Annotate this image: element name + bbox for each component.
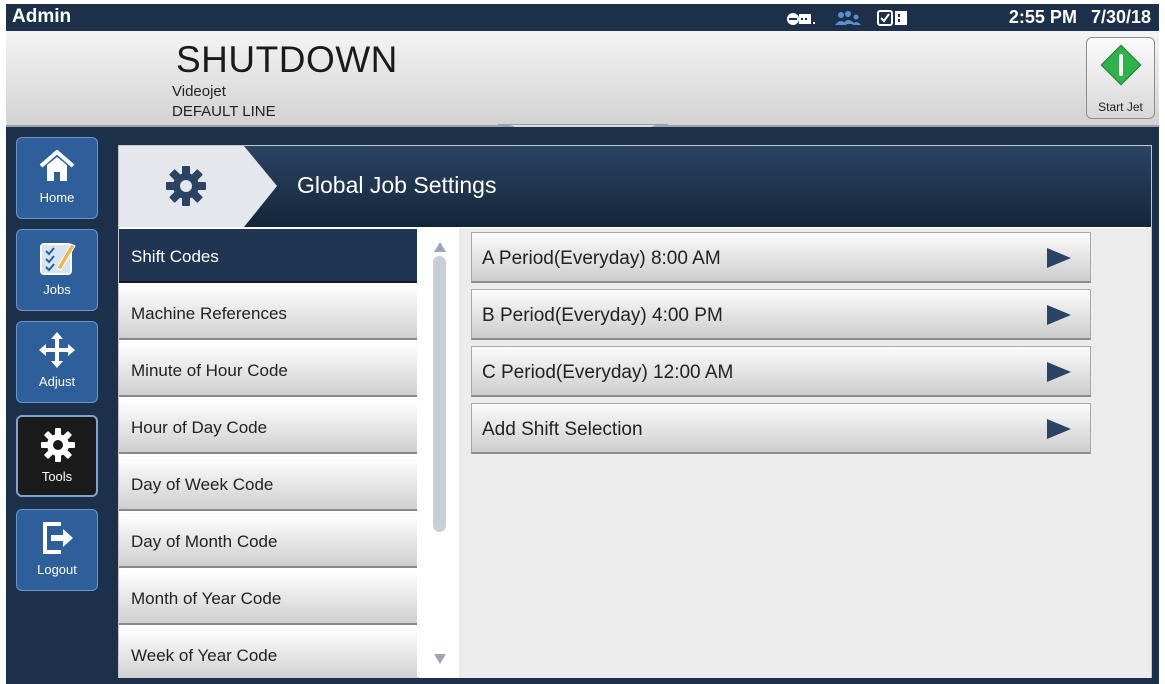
printer-header: SHUTDOWN Videojet DEFAULT LINE Start Jet [6, 31, 1159, 127]
category-day-of-month-code[interactable]: Day of Month Code [119, 513, 417, 568]
start-jet-label: Start Jet [1098, 100, 1143, 114]
shift-row-b[interactable]: B Period(Everyday) 4:00 PM [471, 289, 1091, 340]
left-nav: Home Jobs Adjust Tools Logout [6, 127, 108, 684]
shift-row-a[interactable]: A Period(Everyday) 8:00 AM [471, 232, 1091, 283]
shift-label: A Period(Everyday) 8:00 AM [482, 248, 721, 269]
play-arrow-icon [1047, 248, 1071, 268]
play-arrow-icon [1047, 419, 1071, 439]
shift-row-c[interactable]: C Period(Everyday) 12:00 AM [471, 346, 1091, 397]
user-name: Admin [12, 6, 72, 27]
nav-adjust-label: Adjust [38, 374, 76, 389]
adjust-icon [39, 332, 75, 368]
settings-panel: Global Job Settings Shift Codes Machine … [118, 145, 1152, 678]
nav-jobs-label: Jobs [43, 282, 71, 297]
start-jet-icon [1100, 44, 1142, 86]
tools-icon [41, 428, 75, 462]
ink-system-icon [787, 13, 815, 25]
category-month-of-year-code[interactable]: Month of Year Code [119, 570, 417, 625]
nav-tools-button[interactable]: Tools [16, 415, 98, 497]
status-bar: Admin 2:55 PM 7/30/18 [6, 4, 1159, 31]
add-shift-label: Add Shift Selection [482, 419, 643, 440]
category-shift-codes[interactable]: Shift Codes [119, 228, 417, 283]
printer-state: SHUTDOWN [176, 39, 398, 80]
clock: 2:55 PM 7/30/18 [1009, 7, 1151, 28]
start-jet-button[interactable]: Start Jet [1086, 37, 1155, 119]
scroll-thumb[interactable] [433, 256, 446, 532]
shift-list-area: A Period(Everyday) 8:00 AM B Period(Ever… [459, 228, 1151, 678]
nav-home-label: Home [39, 190, 75, 205]
nav-logout-label: Logout [37, 562, 77, 577]
category-hour-of-day-code[interactable]: Hour of Day Code [119, 399, 417, 454]
shift-label: C Period(Everyday) 12:00 AM [482, 362, 734, 383]
shift-label: B Period(Everyday) 4:00 PM [482, 305, 723, 326]
page-title: Global Job Settings [297, 172, 497, 198]
category-scrollbar[interactable] [419, 228, 459, 678]
category-minute-of-hour-code[interactable]: Minute of Hour Code [119, 342, 417, 397]
status-icons [787, 10, 907, 26]
users-icon [835, 11, 861, 25]
jobs-icon [40, 243, 76, 275]
category-week-of-year-code[interactable]: Week of Year Code [119, 627, 417, 678]
home-icon [39, 150, 75, 181]
nav-adjust-button[interactable]: Adjust [16, 321, 98, 403]
page-title-bar: Global Job Settings [119, 146, 1151, 227]
add-shift-selection-button[interactable]: Add Shift Selection [471, 403, 1091, 454]
category-machine-references[interactable]: Machine References [119, 285, 417, 340]
module-status-icon [877, 10, 907, 26]
logout-icon [43, 522, 73, 554]
category-day-of-week-code[interactable]: Day of Week Code [119, 456, 417, 511]
scroll-up-icon[interactable] [434, 242, 446, 252]
play-arrow-icon [1047, 362, 1071, 382]
category-list: Shift Codes Machine References Minute of… [119, 228, 417, 678]
time: 2:55 PM [1008, 7, 1077, 27]
nav-jobs-button[interactable]: Jobs [16, 229, 98, 311]
line-name: DEFAULT LINE [172, 103, 276, 120]
title-chevron [119, 146, 277, 227]
main-panel: Global Job Settings Shift Codes Machine … [108, 127, 1159, 684]
nav-home-button[interactable]: Home [16, 137, 98, 219]
nav-tools-label: Tools [41, 469, 73, 484]
play-arrow-icon [1047, 305, 1071, 325]
nav-logout-button[interactable]: Logout [16, 509, 98, 591]
printer-name: Videojet [172, 83, 226, 100]
scroll-down-icon[interactable] [434, 654, 446, 664]
date: 7/30/18 [1090, 7, 1151, 27]
